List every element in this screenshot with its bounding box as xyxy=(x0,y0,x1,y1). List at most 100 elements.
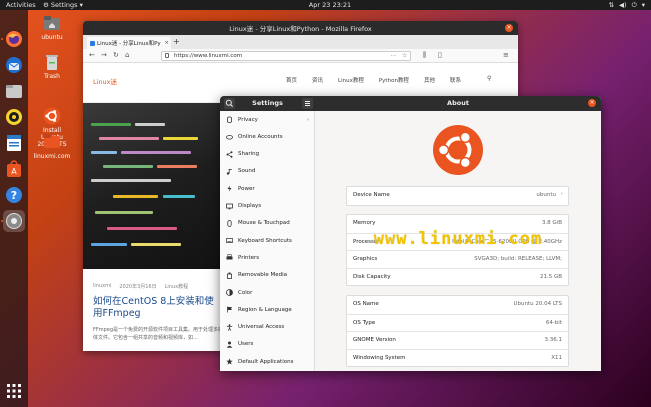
page-actions-icon[interactable]: ··· xyxy=(391,52,396,60)
sidebar-item-label: Sound xyxy=(238,168,256,175)
site-menu-item[interactable]: 其他 xyxy=(424,76,435,84)
sidebar-item-color[interactable]: Color xyxy=(220,284,315,301)
search-icon[interactable]: ⚲ xyxy=(487,75,491,82)
sidebar-item-displays[interactable]: Displays xyxy=(220,198,315,215)
share-icon xyxy=(226,150,233,158)
cloud-icon xyxy=(226,133,233,140)
help-icon[interactable]: ? xyxy=(3,184,25,206)
row-value: ubuntu xyxy=(536,192,556,198)
url-text: https://www.linuxmi.com xyxy=(174,53,243,59)
rhythmbox-icon[interactable] xyxy=(3,106,25,128)
firefox-titlebar[interactable]: Linux迷 - 分享Linux和Python - Mozilla Firefo… xyxy=(83,21,518,35)
site-menu-item[interactable]: 首页 xyxy=(286,76,297,84)
app-menu[interactable]: ⚙ Settings ▾ xyxy=(43,1,83,9)
sidebar-item-privacy[interactable]: Privacy › xyxy=(220,111,315,128)
row-key: OS Name xyxy=(353,301,379,307)
sidebar-item-mouse-touchpad[interactable]: Mouse & Touchpad xyxy=(220,215,315,232)
os-name-row: OS Name Ubuntu 20.04 LTS xyxy=(347,296,568,314)
home-folder-icon xyxy=(43,14,61,32)
sidebar-item-universal-access[interactable]: Universal Access xyxy=(220,319,315,336)
ubuntu-logo-icon xyxy=(43,100,61,125)
browser-tab[interactable]: Linux迷 - 分享Linux和Py × xyxy=(87,37,171,49)
trash-icon xyxy=(43,53,61,71)
row-key: GNOME Version xyxy=(353,337,396,343)
chevron-right-icon: › xyxy=(306,116,309,123)
desktop-icon-trash[interactable]: Trash xyxy=(32,53,72,80)
window-title: Linux迷 - 分享Linux和Python - Mozilla Firefo… xyxy=(229,25,372,33)
site-menu-item[interactable]: Linux教程 xyxy=(338,76,364,84)
bookmark-star-icon[interactable]: ☆ xyxy=(402,52,407,60)
settings-headerbar[interactable]: Settings About × xyxy=(220,96,601,111)
star-icon xyxy=(226,358,233,365)
desktop-icon-home[interactable]: ubuntu xyxy=(32,14,72,41)
folder-icon xyxy=(43,133,61,151)
home-icon[interactable]: ⌂ xyxy=(125,51,129,59)
sidebar-item-label: Users xyxy=(238,341,254,348)
libreoffice-writer-icon[interactable] xyxy=(3,132,25,154)
network-icon: ⇅ xyxy=(608,1,615,9)
post-author[interactable]: linuxmi xyxy=(93,283,111,290)
gnome-version-row: GNOME Version 3.36.1 xyxy=(347,331,568,349)
sidebar-item-label: Keyboard Shortcuts xyxy=(238,237,292,244)
device-name-card: Device Name ubuntu › xyxy=(346,186,569,206)
display-icon xyxy=(226,203,233,210)
sidebar-item-online-accounts[interactable]: Online Accounts xyxy=(220,128,315,145)
site-menu-item[interactable]: 资讯 xyxy=(312,76,323,84)
row-value: SVGA3D; build: RELEASE; LLVM; xyxy=(474,256,562,262)
desktop-icon-label: Trash xyxy=(44,73,60,80)
sidebar-item-label: Region & Language xyxy=(238,306,292,313)
site-menu-item[interactable]: Python教程 xyxy=(379,76,409,84)
hamburger-menu-icon[interactable]: ≡ xyxy=(503,51,509,59)
files-icon[interactable] xyxy=(3,80,25,102)
sidebar-item-users[interactable]: Users xyxy=(220,336,315,353)
sidebar-icon[interactable]: ▯ xyxy=(438,51,442,59)
system-tray[interactable]: ⇅ ◀) ⏻ ▾ xyxy=(609,0,645,10)
post-title[interactable]: 如何在CentOS 8上安装和使用FFmpeg xyxy=(93,296,223,320)
sidebar-item-removable-media[interactable]: Removable Media xyxy=(220,267,315,284)
row-key: OS Type xyxy=(353,319,376,326)
site-menu-item[interactable]: 联系 xyxy=(450,76,461,84)
clock[interactable]: Apr 23 23:21 xyxy=(300,1,360,9)
post-category[interactable]: Linux教程 xyxy=(165,283,188,290)
device-name-row[interactable]: Device Name ubuntu › xyxy=(347,187,568,205)
reload-icon[interactable]: ↻ xyxy=(113,51,119,59)
forward-icon[interactable]: → xyxy=(101,51,107,59)
sidebar-item-sharing[interactable]: Sharing xyxy=(220,146,315,163)
row-key: Windowing System xyxy=(353,354,406,361)
sidebar-item-label: Mouse & Touchpad xyxy=(238,220,290,227)
firefox-icon[interactable] xyxy=(3,28,25,50)
settings-icon[interactable] xyxy=(3,210,25,232)
thunderbird-icon[interactable] xyxy=(3,54,25,76)
sidebar-title: Settings xyxy=(252,99,283,107)
chevron-down-icon: ▾ xyxy=(79,1,83,9)
desktop-icon-label: ubuntu xyxy=(41,34,63,41)
favicon-icon xyxy=(90,40,95,46)
row-key: Graphics xyxy=(353,256,378,262)
site-logo[interactable]: Linux迷 xyxy=(93,76,117,86)
software-center-icon[interactable]: A xyxy=(3,158,25,180)
hamburger-menu-button[interactable] xyxy=(302,98,313,109)
color-icon xyxy=(226,289,233,296)
new-tab-icon[interactable]: + xyxy=(173,37,180,46)
library-icon[interactable]: ⫼ xyxy=(423,51,426,60)
sidebar-item-region-language[interactable]: Region & Language xyxy=(220,301,315,318)
sidebar-item-default-applications[interactable]: Default Applications xyxy=(220,353,315,370)
user-icon xyxy=(226,341,233,348)
sidebar-item-printers[interactable]: Printers xyxy=(220,249,315,266)
sidebar-item-sound[interactable]: Sound xyxy=(220,163,315,180)
post-featured-image[interactable] xyxy=(83,103,223,269)
back-icon[interactable]: ← xyxy=(89,51,95,59)
sidebar-item-power[interactable]: Power xyxy=(220,180,315,197)
printer-icon xyxy=(226,254,233,261)
close-tab-icon[interactable]: × xyxy=(164,40,169,46)
mouse-icon xyxy=(226,219,233,227)
url-bar[interactable]: https://www.linuxmi.com ··· ☆ xyxy=(161,51,411,61)
volume-icon: ◀) xyxy=(619,1,627,9)
close-icon[interactable]: × xyxy=(588,99,596,107)
activities-button[interactable]: Activities xyxy=(6,1,36,9)
settings-sidebar: Privacy › Online Accounts Sharing Sound … xyxy=(220,111,315,371)
sidebar-item-keyboard-shortcuts[interactable]: Keyboard Shortcuts xyxy=(220,232,315,249)
close-icon[interactable]: × xyxy=(505,24,513,32)
desktop-icon-linuxmi[interactable]: linuxmi.com xyxy=(32,133,72,160)
show-applications-icon[interactable] xyxy=(3,380,25,402)
